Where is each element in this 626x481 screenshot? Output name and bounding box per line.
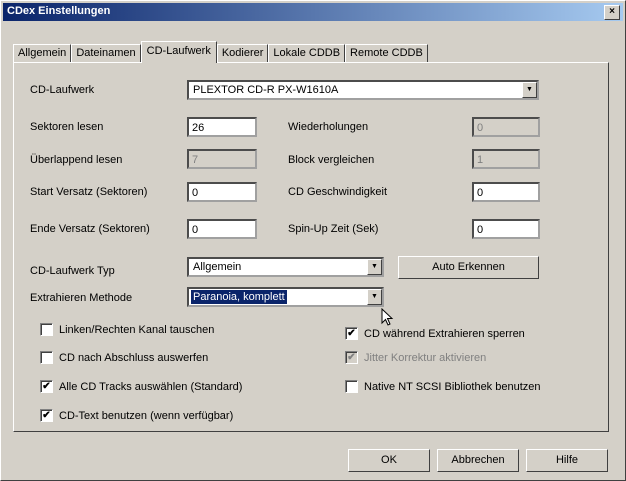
spinup-input[interactable]: 0	[472, 219, 540, 239]
jitter-correction-checkbox[interactable]: ✔ Jitter Korrektur aktivieren	[345, 351, 486, 364]
mouse-cursor-icon	[381, 308, 394, 326]
chevron-down-icon[interactable]: ▼	[522, 82, 537, 98]
eject-cd-checkbox[interactable]: CD nach Abschluss auswerfen	[40, 351, 208, 364]
compare-label: Block vergleichen	[288, 154, 375, 166]
check-icon: ✔	[40, 409, 53, 422]
ok-button[interactable]: OK	[348, 449, 430, 472]
drive-label: CD-Laufwerk	[30, 84, 95, 96]
drive-select[interactable]: PLEXTOR CD-R PX-W1610A ▼	[187, 80, 539, 100]
swap-channels-label: Linken/Rechten Kanal tauschen	[59, 323, 215, 336]
cancel-button[interactable]: Abbrechen	[437, 449, 519, 472]
drive-type-label: CD-Laufwerk Typ	[30, 265, 115, 277]
jitter-correction-label: Jitter Korrektur aktivieren	[364, 351, 487, 364]
retries-input[interactable]: 0	[472, 117, 540, 137]
checkbox-icon	[345, 380, 358, 393]
check-icon: ✔	[345, 351, 358, 364]
title-bar[interactable]: CDex Einstellungen ×	[3, 3, 623, 21]
compare-input[interactable]: 1	[472, 149, 540, 169]
cd-text-label: CD-Text benutzen (wenn verfügbar)	[59, 409, 234, 422]
cd-drive-panel: CD-Laufwerk PLEXTOR CD-R PX-W1610A ▼ Sek…	[13, 62, 609, 432]
native-scsi-label: Native NT SCSI Bibliothek benutzen	[364, 380, 541, 393]
auto-detect-button[interactable]: Auto Erkennen	[398, 256, 539, 279]
speed-input[interactable]: 0	[472, 182, 540, 202]
chevron-down-icon[interactable]: ▼	[367, 289, 382, 305]
drive-type-select[interactable]: Allgemein ▼	[187, 257, 384, 277]
start-offset-input[interactable]: 0	[187, 182, 257, 202]
overlap-input[interactable]: 7	[187, 149, 257, 169]
sectors-input[interactable]: 26	[187, 117, 257, 137]
method-value: Paranoia, komplett	[190, 289, 288, 305]
check-icon: ✔	[345, 327, 358, 340]
lock-cd-checkbox[interactable]: ✔ CD während Extrahieren sperren	[345, 327, 525, 340]
drive-type-value: Allgemein	[193, 261, 242, 273]
speed-label: CD Geschwindigkeit	[288, 186, 388, 198]
retries-label: Wiederholungen	[288, 121, 369, 133]
select-all-tracks-checkbox[interactable]: ✔ Alle CD Tracks auswählen (Standard)	[40, 380, 242, 393]
lock-cd-label: CD während Extrahieren sperren	[364, 327, 525, 340]
select-all-tracks-label: Alle CD Tracks auswählen (Standard)	[59, 380, 243, 393]
tab-kodierer[interactable]: Kodierer	[216, 44, 269, 63]
sectors-label: Sektoren lesen	[30, 121, 104, 133]
eject-cd-label: CD nach Abschluss auswerfen	[59, 351, 209, 364]
window-title: CDex Einstellungen	[7, 5, 111, 17]
tab-strip: Allgemein Dateinamen CD-Laufwerk Kodiere…	[13, 41, 428, 63]
help-button[interactable]: Hilfe	[526, 449, 608, 472]
tab-cd-laufwerk[interactable]: CD-Laufwerk	[140, 41, 217, 63]
start-offset-label: Start Versatz (Sektoren)	[30, 186, 148, 198]
chevron-down-icon[interactable]: ▼	[367, 259, 382, 275]
method-label: Extrahieren Methode	[30, 292, 133, 304]
checkbox-icon	[40, 323, 53, 336]
drive-value: PLEXTOR CD-R PX-W1610A	[193, 84, 339, 96]
end-offset-label: Ende Versatz (Sektoren)	[30, 223, 150, 235]
tab-allgemein[interactable]: Allgemein	[13, 44, 72, 63]
settings-window: CDex Einstellungen × Allgemein Dateiname…	[0, 0, 626, 481]
end-offset-input[interactable]: 0	[187, 219, 257, 239]
close-button[interactable]: ×	[604, 5, 620, 20]
checkbox-icon	[40, 351, 53, 364]
native-scsi-checkbox[interactable]: Native NT SCSI Bibliothek benutzen	[345, 380, 541, 393]
tab-lokale-cddb[interactable]: Lokale CDDB	[268, 44, 346, 63]
tab-dateinamen[interactable]: Dateinamen	[71, 44, 141, 63]
tab-remote-cddb[interactable]: Remote CDDB	[345, 44, 428, 63]
overlap-label: Überlappend lesen	[30, 154, 123, 166]
method-select[interactable]: Paranoia, komplett ▼	[187, 287, 384, 307]
cd-text-checkbox[interactable]: ✔ CD-Text benutzen (wenn verfügbar)	[40, 409, 233, 422]
spinup-label: Spin-Up Zeit (Sek)	[288, 223, 379, 235]
swap-channels-checkbox[interactable]: Linken/Rechten Kanal tauschen	[40, 323, 214, 336]
check-icon: ✔	[40, 380, 53, 393]
